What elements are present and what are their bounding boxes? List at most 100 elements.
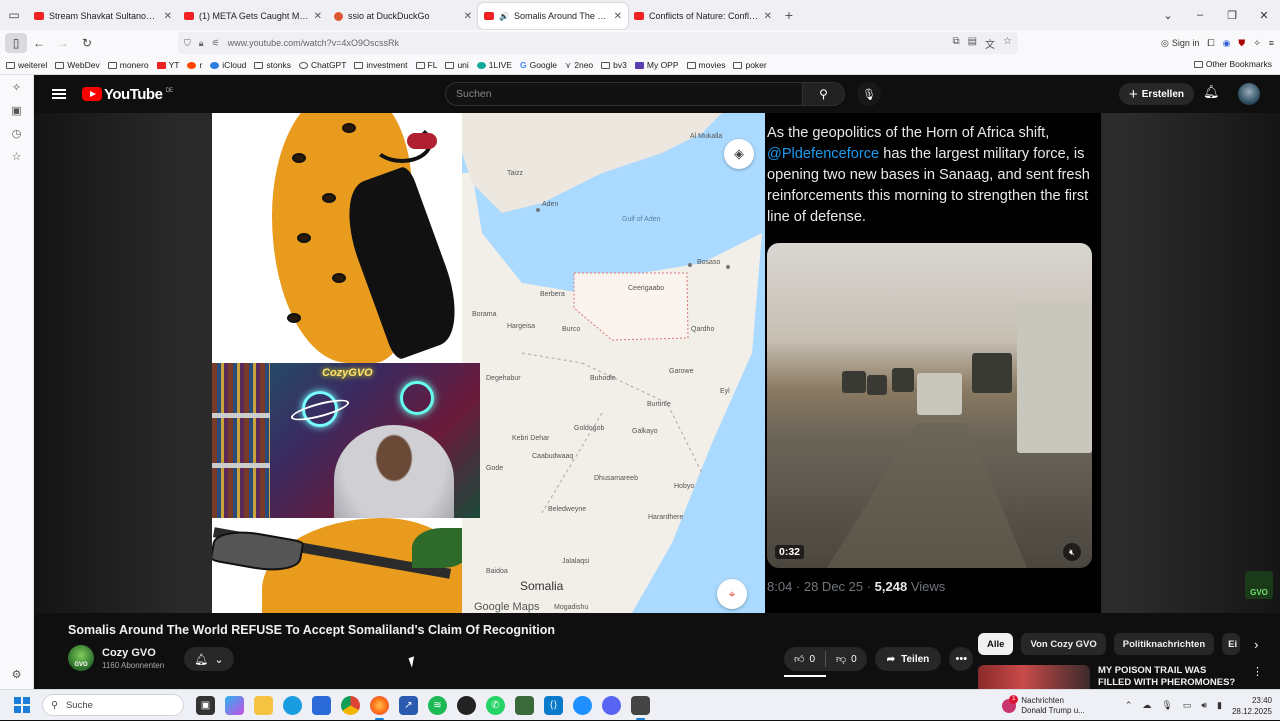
edge-icon[interactable] [283, 695, 302, 715]
bookmark-item[interactable]: G Google [520, 60, 557, 70]
hamburger-menu-icon[interactable] [52, 89, 66, 99]
extensions-icon[interactable]: ⧠ [1207, 38, 1214, 49]
task-view-icon[interactable]: ▣ [196, 695, 215, 715]
browser-tab[interactable]: (1) META Gets Caught Manipul... ✕ [178, 3, 328, 29]
menu-icon[interactable]: ≡ [1269, 38, 1274, 48]
spotify-icon[interactable]: ≋ [428, 695, 447, 715]
tab-list-icon[interactable]: ▭ [0, 0, 28, 30]
voice-search-button[interactable]: 🎙︎ [857, 82, 881, 106]
lock-icon[interactable]: 🔒︎ [199, 38, 204, 49]
sign-in-button[interactable]: ◎ Sign in [1161, 38, 1199, 49]
cloud-icon[interactable]: ☁ [1142, 700, 1151, 711]
bookmark-item[interactable]: My OPP [634, 60, 679, 70]
snipping-tool-icon[interactable] [631, 695, 650, 720]
browser-tab[interactable]: Conflicts of Nature: Conflicts in... ✕ [628, 3, 778, 29]
forward-icon[interactable]: → [51, 32, 75, 54]
notifications-bell-icon[interactable]: 🔔︎ [1203, 84, 1220, 100]
url-text[interactable]: www.youtube.com/watch?v=4xO9OscssRk [228, 38, 945, 48]
close-tab-icon[interactable]: ✕ [314, 11, 322, 22]
reload-icon[interactable]: ↻ [75, 32, 99, 54]
video-player[interactable]: Al Mukalla Taizz Aden Gulf of Aden Bosas… [34, 113, 1280, 613]
like-button[interactable]: 👍︎ 0 [784, 647, 825, 671]
recommended-video[interactable]: MY POISON TRAIL WAS FILLED WITH PHEROMON… [978, 665, 1263, 689]
chip-political-news[interactable]: Politiknachrichten [1113, 633, 1215, 655]
taskbar-search[interactable]: ⚲ Suche [42, 694, 184, 716]
bookmark-item[interactable]: ⋎ 2neo [565, 60, 593, 71]
maximize-icon[interactable]: ❐ [1216, 9, 1248, 22]
close-window-icon[interactable]: ✕ [1248, 9, 1280, 22]
other-bookmarks[interactable]: Other Bookmarks [1193, 59, 1272, 69]
recommended-thumbnail[interactable] [978, 665, 1090, 689]
recommended-title[interactable]: MY POISON TRAIL WAS FILLED WITH PHEROMON… [1098, 665, 1238, 689]
bookmarks-star-icon[interactable]: ☆ [12, 150, 22, 163]
whatsapp-icon[interactable]: ✆ [486, 695, 505, 715]
bookmark-item[interactable]: bv3 [601, 60, 627, 70]
bookmark-item[interactable]: r [187, 60, 202, 70]
chip-from-channel[interactable]: Von Cozy GVO [1021, 633, 1106, 655]
bookmark-item[interactable]: monero [107, 60, 149, 70]
minimize-icon[interactable]: – [1184, 9, 1216, 21]
share-button[interactable]: ➦ Teilen [874, 647, 942, 671]
search-button[interactable]: ⚲ [803, 82, 845, 106]
chip-all[interactable]: Alle [978, 633, 1014, 655]
file-explorer-icon[interactable] [254, 695, 273, 715]
shield-icon[interactable]: ⛉ [184, 38, 191, 49]
bookmark-item[interactable]: YT [156, 60, 179, 70]
firefox-icon[interactable] [370, 695, 389, 720]
search-input[interactable]: Suchen [445, 82, 803, 106]
chip-truncated[interactable]: Ei [1222, 633, 1241, 655]
vpn-icon[interactable]: ◉ [1223, 38, 1231, 49]
ai-chat-icon[interactable]: ✧ [12, 81, 21, 94]
bookmark-item[interactable]: FL [415, 60, 437, 70]
more-actions-icon[interactable]: ••• [949, 647, 974, 671]
microphone-icon[interactable]: 🎙︎ [1161, 700, 1172, 711]
discord-icon[interactable] [602, 695, 621, 715]
bookmark-item[interactable]: iCloud [210, 60, 246, 70]
windows-start-icon[interactable] [14, 697, 30, 713]
bookmark-star-icon[interactable]: ☆ [1003, 36, 1012, 51]
remote-desktop-icon[interactable]: ↗ [399, 695, 418, 715]
browser-tab-active[interactable]: 🔊 Somalis Around The World ✕ [478, 3, 628, 29]
chevron-down-icon[interactable]: ⌄ [1152, 9, 1184, 22]
chevron-up-icon[interactable]: ⌃ [1125, 700, 1133, 711]
chrome-icon[interactable] [341, 695, 360, 715]
synced-tabs-icon[interactable]: ▣ [11, 104, 21, 117]
url-bar[interactable]: ⛉ 🔒︎ ⚟ www.youtube.com/watch?v=4xO9Oscss… [178, 32, 1018, 54]
channel-watermark[interactable]: GVO [1245, 571, 1273, 599]
display-icon[interactable]: ▭ [1183, 700, 1192, 711]
browser-tab[interactable]: ssio at DuckDuckGo ✕ [328, 3, 478, 29]
bookmark-item[interactable]: 1LIVE [476, 60, 512, 70]
bookmark-item[interactable]: poker [733, 60, 767, 70]
clock[interactable]: 23:40 28.12.2025 [1232, 695, 1272, 717]
history-icon[interactable]: ◷ [12, 127, 22, 140]
notification-settings-button[interactable]: 🔔︎ ⌄ [184, 647, 234, 671]
audio-playing-icon[interactable]: 🔊 [499, 12, 509, 21]
copilot-icon[interactable] [225, 695, 244, 715]
bookmark-item[interactable]: uni [445, 60, 469, 70]
battery-icon[interactable]: ▮ [1217, 700, 1222, 711]
ublock-icon[interactable]: ⛊ [1238, 38, 1245, 49]
news-widget[interactable]: 1 Nachrichten Donald Trump u... [1002, 694, 1085, 716]
close-tab-icon[interactable]: ✕ [464, 11, 472, 22]
obs-icon[interactable] [457, 695, 476, 715]
create-button[interactable]: + Erstellen [1119, 83, 1195, 105]
settings-gear-icon[interactable]: ⚙ [12, 668, 22, 681]
user-avatar[interactable] [1238, 83, 1260, 105]
reader-view-icon[interactable]: ▤ [968, 36, 977, 51]
close-tab-icon[interactable]: ✕ [164, 11, 172, 22]
browser-tab[interactable]: Stream Shavkat Sultanov | Hor... ✕ [28, 3, 178, 29]
extension-icon[interactable]: ✧ [1253, 38, 1261, 49]
speaker-icon[interactable]: 🔊︎ [1201, 700, 1207, 711]
close-tab-icon[interactable]: ✕ [764, 11, 772, 22]
back-icon[interactable]: ← [27, 32, 51, 54]
bookmark-item[interactable]: WebDev [55, 60, 100, 70]
vscode-icon[interactable]: ⟨⟩ [544, 695, 563, 715]
bookmark-item[interactable]: ChatGPT [298, 60, 346, 70]
picture-in-picture-icon[interactable]: ⧉ [952, 36, 959, 51]
bookmark-item[interactable]: investment [354, 60, 408, 70]
bookmark-item[interactable]: weiterel [6, 60, 47, 70]
channel-avatar[interactable]: GVO [68, 645, 94, 671]
channel-name[interactable]: Cozy GVO [102, 647, 164, 659]
bookmark-item[interactable]: movies [686, 60, 725, 70]
messenger-icon[interactable] [573, 695, 592, 715]
